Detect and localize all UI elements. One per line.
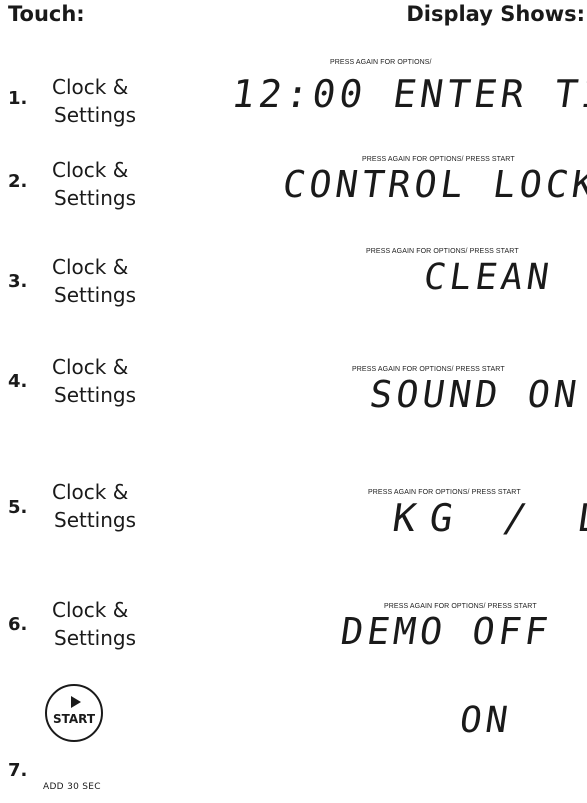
step-5-hint: PRESS AGAIN FOR OPTIONS/ PRESS START	[368, 489, 521, 496]
button-label-line2: Settings	[54, 103, 137, 127]
step-3-clock-settings-button: Clock & Settings	[52, 253, 136, 309]
button-label-line1: Clock &	[52, 355, 129, 379]
step-1-number: 1.	[8, 88, 28, 109]
step-2-hint: PRESS AGAIN FOR OPTIONS/ PRESS START	[362, 156, 515, 163]
step-4-clock-settings-button: Clock & Settings	[52, 353, 136, 409]
step-2-display: CONTROL LOCK	[279, 163, 587, 206]
display-shows-header: Display Shows:	[406, 2, 585, 26]
play-icon	[71, 696, 81, 708]
button-label-line2: Settings	[54, 186, 137, 210]
step-4-hint: PRESS AGAIN FOR OPTIONS/ PRESS START	[352, 366, 505, 373]
button-label-line2: Settings	[54, 626, 137, 650]
step-4-display: SOUND ON	[366, 373, 584, 416]
step-3-number: 3.	[8, 271, 28, 292]
step-6-hint: PRESS AGAIN FOR OPTIONS/ PRESS START	[384, 603, 537, 610]
button-label-line1: Clock &	[52, 480, 129, 504]
step-1-hint: PRESS AGAIN FOR OPTIONS/	[330, 59, 432, 66]
touch-header: Touch:	[8, 2, 85, 26]
button-label-line1: Clock &	[52, 255, 129, 279]
step-3-display: CLEAN	[421, 257, 556, 298]
step-4-number: 4.	[8, 371, 28, 392]
button-label-line2: Settings	[54, 508, 137, 532]
step-5-number: 5.	[8, 497, 28, 518]
add-30-sec-label: ADD 30 SEC	[43, 782, 101, 792]
button-label-line1: Clock &	[52, 598, 129, 622]
button-label-line1: Clock &	[52, 158, 129, 182]
step-6-number: 6.	[8, 614, 28, 635]
step-2-clock-settings-button: Clock & Settings	[52, 156, 136, 212]
step-1-clock-settings-button: Clock & Settings	[52, 73, 136, 129]
step-1-display: 12:00 ENTER TIME	[228, 72, 587, 116]
button-label-line2: Settings	[54, 383, 137, 407]
step-6-clock-settings-button: Clock & Settings	[52, 596, 136, 652]
step-5-display: KG / Lb	[389, 496, 587, 540]
button-label-line1: Clock &	[52, 75, 129, 99]
step-7-display: ON	[457, 700, 515, 741]
step-2-number: 2.	[8, 171, 28, 192]
start-button: START	[45, 684, 103, 742]
step-5-clock-settings-button: Clock & Settings	[52, 478, 136, 534]
step-7-number: 7.	[8, 760, 28, 781]
step-6-display: DEMO OFF	[337, 610, 555, 653]
button-label-line2: Settings	[54, 283, 137, 307]
step-3-hint: PRESS AGAIN FOR OPTIONS/ PRESS START	[366, 248, 519, 255]
start-label: START	[52, 712, 96, 726]
